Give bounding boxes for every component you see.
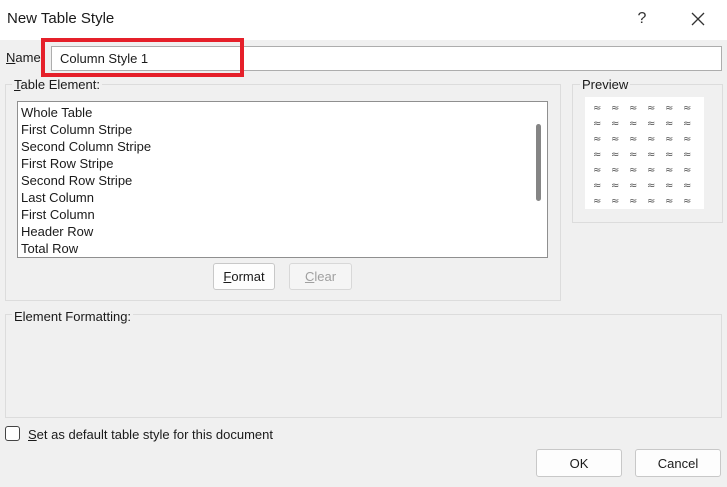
preview-cell: ≈: [683, 103, 691, 114]
close-icon: [691, 12, 705, 26]
title-bar: New Table Style ?: [0, 0, 727, 40]
list-item[interactable]: Second Row Stripe: [19, 172, 524, 189]
name-input[interactable]: [51, 46, 722, 71]
name-label: Name: [6, 50, 41, 65]
clear-button[interactable]: Clear: [289, 263, 352, 290]
close-button[interactable]: [680, 2, 716, 36]
preview-cell: ≈: [611, 181, 619, 192]
list-item[interactable]: Total Row: [19, 240, 524, 257]
preview-cell: ≈: [593, 134, 601, 145]
preview-cell: ≈: [647, 165, 655, 176]
preview-cell: ≈: [611, 119, 619, 130]
list-item[interactable]: Second Column Stripe: [19, 138, 524, 155]
preview-cell: ≈: [665, 165, 673, 176]
preview-cell: ≈: [629, 181, 637, 192]
preview-grid: ≈ ≈ ≈ ≈ ≈ ≈ ≈ ≈ ≈ ≈ ≈ ≈ ≈ ≈ ≈ ≈ ≈ ≈ ≈ ≈ ≈ ≈ ≈ ≈ ≈ ≈ ≈ ≈ ≈ ≈ ≈ ≈ ≈ ≈ ≈ ≈ ≈ ≈ ≈ ≈…: [593, 103, 691, 207]
preview-cell: ≈: [647, 103, 655, 114]
preview-cell: ≈: [665, 119, 673, 130]
table-element-label: Table Element:: [12, 77, 102, 92]
preview-cell: ≈: [629, 165, 637, 176]
preview-cell: ≈: [593, 103, 601, 114]
ok-button[interactable]: OK: [536, 449, 622, 477]
preview-cell: ≈: [593, 150, 601, 161]
preview-cell: ≈: [629, 196, 637, 207]
preview-cell: ≈: [647, 196, 655, 207]
list-item[interactable]: Last Column: [19, 189, 524, 206]
list-item[interactable]: Header Row: [19, 223, 524, 240]
preview-cell: ≈: [593, 119, 601, 130]
format-button[interactable]: Format: [213, 263, 275, 290]
preview-cell: ≈: [593, 196, 601, 207]
preview-cell: ≈: [629, 134, 637, 145]
preview-cell: ≈: [665, 181, 673, 192]
preview-cell: ≈: [683, 150, 691, 161]
preview-cell: ≈: [683, 181, 691, 192]
element-formatting-label: Element Formatting:: [12, 309, 134, 324]
preview-cell: ≈: [611, 150, 619, 161]
preview-cell: ≈: [593, 181, 601, 192]
preview-cell: ≈: [683, 165, 691, 176]
preview-cell: ≈: [629, 119, 637, 130]
scrollbar-thumb[interactable]: [536, 124, 541, 201]
list-scrollbar[interactable]: [529, 102, 547, 257]
preview-cell: ≈: [647, 181, 655, 192]
preview-cell: ≈: [647, 119, 655, 130]
preview-cell: ≈: [611, 196, 619, 207]
preview-cell: ≈: [665, 196, 673, 207]
dialog-title: New Table Style: [7, 10, 115, 27]
element-formatting-group: [5, 314, 722, 418]
list-item[interactable]: First Column Stripe: [19, 121, 524, 138]
default-style-checkbox[interactable]: [5, 426, 20, 441]
table-element-list[interactable]: Whole Table First Column Stripe Second Col…: [17, 101, 548, 258]
preview-cell: ≈: [647, 150, 655, 161]
help-icon: ?: [637, 10, 647, 27]
preview-cell: ≈: [611, 134, 619, 145]
list-item[interactable]: First Row Stripe: [19, 155, 524, 172]
preview-cell: ≈: [629, 103, 637, 114]
list-item[interactable]: First Column: [19, 206, 524, 223]
help-button[interactable]: ?: [624, 2, 660, 36]
preview-cell: ≈: [629, 150, 637, 161]
preview-cell: ≈: [611, 165, 619, 176]
cancel-button[interactable]: Cancel: [635, 449, 721, 477]
preview-cell: ≈: [683, 134, 691, 145]
preview-cell: ≈: [683, 196, 691, 207]
preview-cell: ≈: [593, 165, 601, 176]
preview-pane: ≈ ≈ ≈ ≈ ≈ ≈ ≈ ≈ ≈ ≈ ≈ ≈ ≈ ≈ ≈ ≈ ≈ ≈ ≈ ≈ ≈ ≈ ≈ ≈ ≈ ≈ ≈ ≈ ≈ ≈ ≈ ≈ ≈ ≈ ≈ ≈ ≈ ≈ ≈ ≈…: [585, 97, 704, 209]
preview-cell: ≈: [611, 103, 619, 114]
list-item[interactable]: Whole Table: [19, 104, 524, 121]
preview-label: Preview: [580, 77, 631, 92]
preview-cell: ≈: [683, 119, 691, 130]
preview-cell: ≈: [647, 134, 655, 145]
preview-cell: ≈: [665, 103, 673, 114]
default-style-label: Set as default table style for this docu…: [28, 427, 273, 442]
preview-cell: ≈: [665, 134, 673, 145]
preview-cell: ≈: [665, 150, 673, 161]
